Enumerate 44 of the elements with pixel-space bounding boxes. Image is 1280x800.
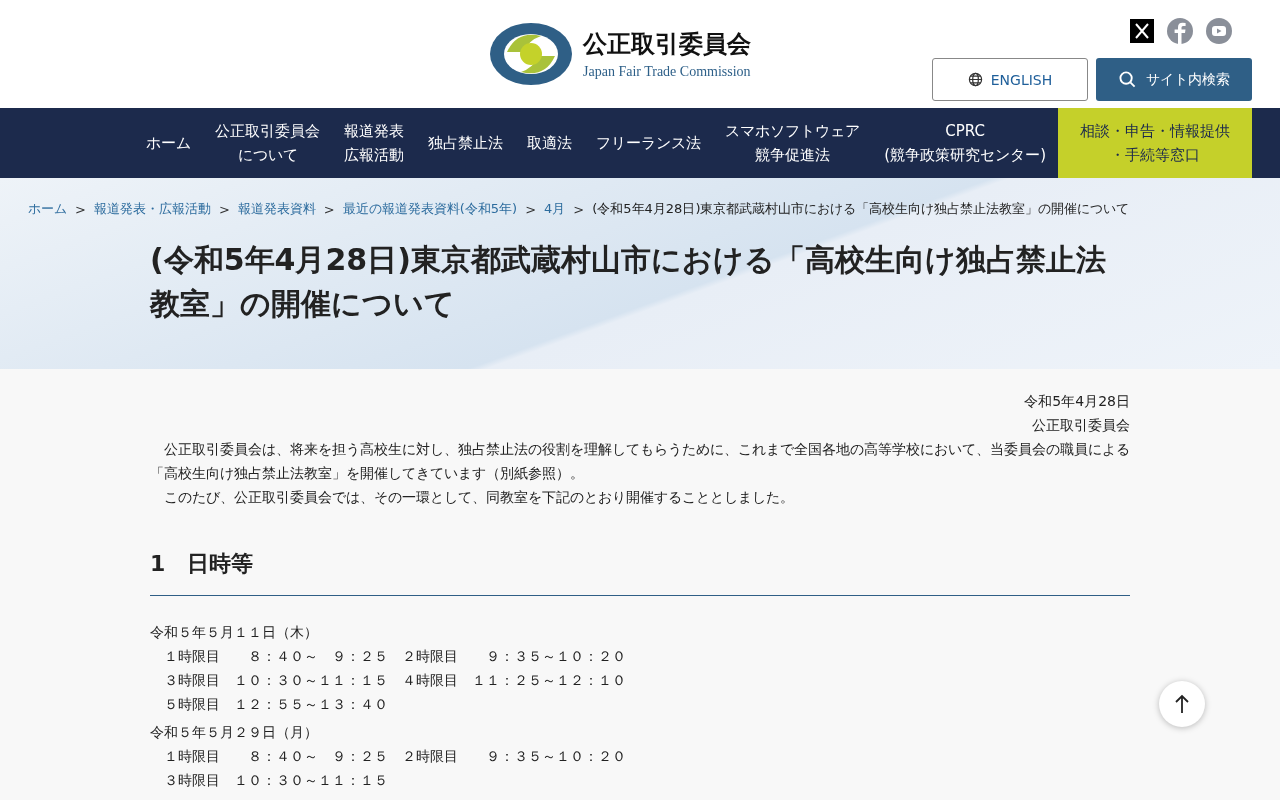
x-logo-icon[interactable] bbox=[1130, 19, 1154, 43]
breadcrumb-link[interactable]: ホーム bbox=[28, 200, 67, 218]
site-title[interactable]: 公正取引委員会 bbox=[583, 28, 751, 60]
breadcrumb-link[interactable]: 報道発表資料 bbox=[237, 200, 316, 218]
youtube-icon[interactable] bbox=[1206, 18, 1232, 44]
breadcrumb-separator: > bbox=[75, 201, 86, 217]
nav-item[interactable]: 報道発表 広報活動 bbox=[332, 108, 417, 178]
schedule-periods: ３時限目 １０：３０～１１：１５ ４時限目 １１：２５～１２：１０ bbox=[163, 671, 627, 690]
schedule-periods: ５時限目 １２：５５～１３：４０ bbox=[163, 695, 389, 714]
schedule-periods: １時限目 ８：４０～ ９：２５ ２時限目 ９：３５～１０：２０ bbox=[163, 647, 627, 666]
nav-item[interactable]: 公正取引委員会 について bbox=[203, 108, 333, 178]
page-title: (令和5年4月28日)東京都武蔵村山市における「高校生向け独占禁止法教室」の開催について bbox=[150, 241, 1107, 323]
globe-icon bbox=[967, 72, 983, 87]
facebook-icon[interactable] bbox=[1167, 18, 1193, 44]
up-arrow-icon bbox=[1174, 694, 1190, 714]
nav-item[interactable]: 取適法 bbox=[515, 108, 585, 178]
breadcrumb-link[interactable]: 最近の報道発表資料(令和5年) bbox=[342, 200, 518, 218]
schedule-date: 令和５年５月１１日（木） bbox=[150, 623, 319, 642]
section-heading: 1 日時等 bbox=[150, 549, 1130, 596]
site-subtitle: Japan Fair Trade Commission bbox=[583, 64, 751, 80]
nav-item[interactable]: CPRC (競争政策研究センター) bbox=[872, 108, 1058, 178]
body-paragraph: 公正取引委員会は、将来を担う高校生に対し、独占禁止法の役割を理解してもらうために、これまで全国各地の高等学校において、当委員会の職員による「高校生向け独占禁止法教室」を開催してきています（別紙参照）。 bbox=[150, 440, 1130, 483]
schedule-periods: １時限目 ８：４０～ ９：２５ ２時限目 ９：３５～１０：２０ bbox=[163, 747, 627, 766]
schedule-periods: ３時限目 １０：３０～１１：１５ bbox=[163, 771, 389, 790]
release-date: 令和5年4月28日 bbox=[1024, 392, 1130, 411]
breadcrumb-link[interactable]: 報道発表・広報活動 bbox=[93, 200, 211, 218]
nav-item[interactable]: ホーム bbox=[134, 108, 204, 178]
issuer-name: 公正取引委員会 bbox=[1032, 416, 1130, 435]
breadcrumb-separator: > bbox=[323, 201, 335, 217]
breadcrumb-link[interactable]: 4月 bbox=[544, 200, 566, 218]
back-to-top-button[interactable] bbox=[1159, 681, 1205, 727]
nav-item[interactable]: 独占禁止法 bbox=[416, 108, 516, 178]
body-paragraph: このたび、公正取引委員会では、その一環として、同教室を下記のとおり開催することとしました。 bbox=[163, 488, 795, 507]
nav-item[interactable]: スマホソフトウェア 競争促進法 bbox=[713, 108, 873, 178]
site-search-button[interactable]: サイト内検索 bbox=[1096, 58, 1252, 101]
breadcrumb-separator: > bbox=[525, 201, 537, 217]
breadcrumb-separator: > bbox=[573, 201, 585, 217]
breadcrumb-separator: > bbox=[218, 201, 230, 217]
commission-logo-icon[interactable] bbox=[489, 22, 573, 86]
english-button[interactable]: ENGLISH bbox=[932, 58, 1088, 101]
nav-item[interactable]: フリーランス法 bbox=[584, 108, 714, 178]
search-icon bbox=[1118, 71, 1136, 88]
schedule-date: 令和５年５月２９日（月） bbox=[150, 723, 319, 742]
breadcrumb-current: (令和5年4月28日)東京都武蔵村山市における「高校生向け独占禁止法教室」の開催について bbox=[592, 200, 1130, 218]
